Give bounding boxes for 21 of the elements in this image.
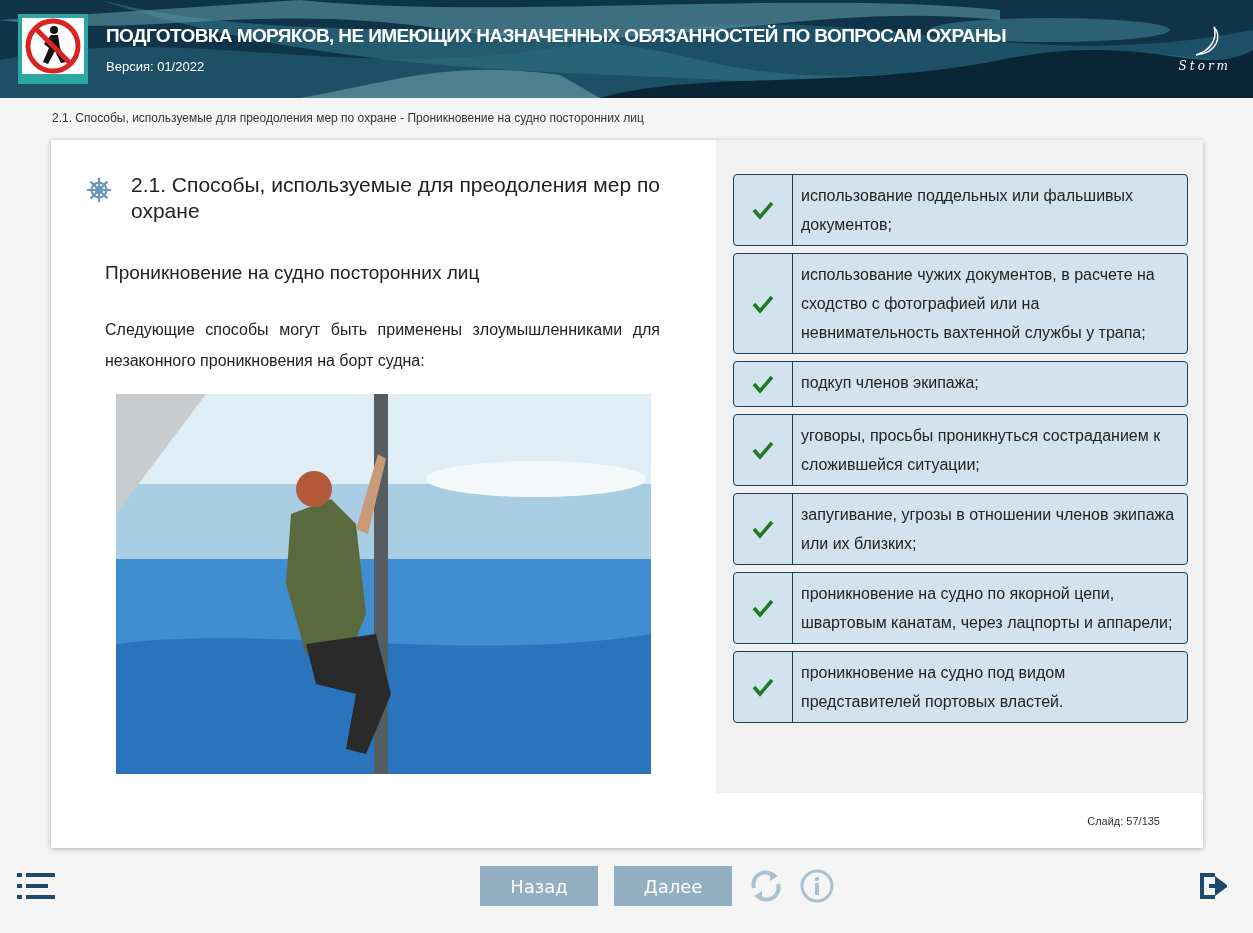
course-title: ПОДГОТОВКА МОРЯКОВ, НЕ ИМЕЮЩИХ НАЗНАЧЕННЫХ ОБЯЗАННОСТЕЙ ПО ВОПРОСАМ ОХРАНЫ: [106, 24, 1008, 47]
slide-subheading: Проникновение на судно посторонних лиц: [105, 262, 481, 284]
item-text: подкуп членов экипажа;: [800, 373, 980, 393]
brand-logo: Storm: [1178, 59, 1231, 73]
item-text: проникновение на судно по якорной цепи, швартовым канатам, через лацпорты и аппарели;: [800, 584, 1174, 633]
item-text: запугивание, угрозы в отношении членов экипажа или их близких;: [800, 505, 1176, 554]
item-text: проникновение на судно под видом представителей портовых властей.: [800, 663, 1067, 712]
ship-wheel-icon: [85, 176, 113, 204]
nav-button[interactable]: Назад: [480, 866, 598, 906]
version-label: Версия: 01/2022: [106, 58, 206, 74]
intro-paragraph: Следующие способы могут быть применены злоумышленниками для незаконного проникновения на борт судна:: [105, 320, 660, 371]
item-text: использование поддельных или фальшивых документов;: [800, 186, 1135, 235]
slide-counter: Слайд: 57/135: [1086, 814, 1161, 827]
item-text: использование чужих документов, в расчете на сходство с фотографией или на невнимательность вахтенной службы у трапа;: [800, 265, 1156, 343]
no-pedestrian-icon: [18, 14, 88, 84]
breadcrumb: 2.1. Способы, используемые для преодоления мер по охране - Проникновение на судно посторонних лиц: [51, 110, 645, 127]
slide-heading: 2.1. Способы, используемые для преодоления мер по охране: [131, 172, 660, 224]
item-text: уговоры, просьбы проникнуться состраданием к сложившейся ситуации;: [800, 426, 1162, 475]
nav-button[interactable]: Далее: [614, 866, 732, 906]
menu-list-icon[interactable]: [17, 873, 55, 899]
exit-icon[interactable]: [1199, 872, 1227, 900]
